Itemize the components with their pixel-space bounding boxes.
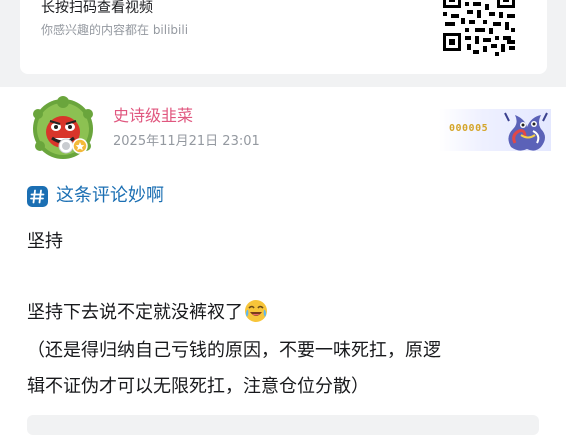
share-subtitle: 你感兴趣的内容都在 bilibili — [41, 23, 189, 37]
comment-text-line: 坚持下去说不定就没裤衩了 — [27, 302, 243, 323]
comment-text-line: （还是得归纳自己亏钱的原因，不要一味死扛，原逻 — [27, 340, 441, 361]
fan-badge[interactable]: 000005 — [439, 109, 551, 151]
crying-laughing-emoji-icon — [245, 300, 267, 322]
avatar[interactable] — [30, 96, 96, 162]
comment-text-line-with-emoji: 坚持下去说不定就没裤衩了 — [27, 299, 268, 326]
share-card: 长按扫码查看视频 你感兴趣的内容都在 bilibili — [20, 0, 547, 74]
comment-timestamp: 2025年11月21日 23:01 — [113, 134, 260, 149]
comment-text-line: 坚持 — [27, 231, 63, 252]
share-area: 长按扫码查看视频 你感兴趣的内容都在 bilibili — [0, 0, 566, 87]
fan-badge-number: 000005 — [449, 123, 489, 134]
qr-code-icon[interactable] — [439, 0, 519, 57]
topic-label: 这条评论妙啊 — [56, 185, 164, 206]
quoted-content-box[interactable] — [27, 415, 539, 435]
share-title: 长按扫码查看视频 — [41, 0, 153, 16]
dragon-icon — [504, 112, 548, 151]
hashtag-icon — [27, 185, 48, 207]
username[interactable]: 史诗级韭菜 — [113, 106, 193, 126]
topic-tag[interactable]: 这条评论妙啊 — [27, 184, 164, 208]
comment-text-line: 辑不证伪才可以无限死扛，注意仓位分散） — [27, 376, 369, 397]
